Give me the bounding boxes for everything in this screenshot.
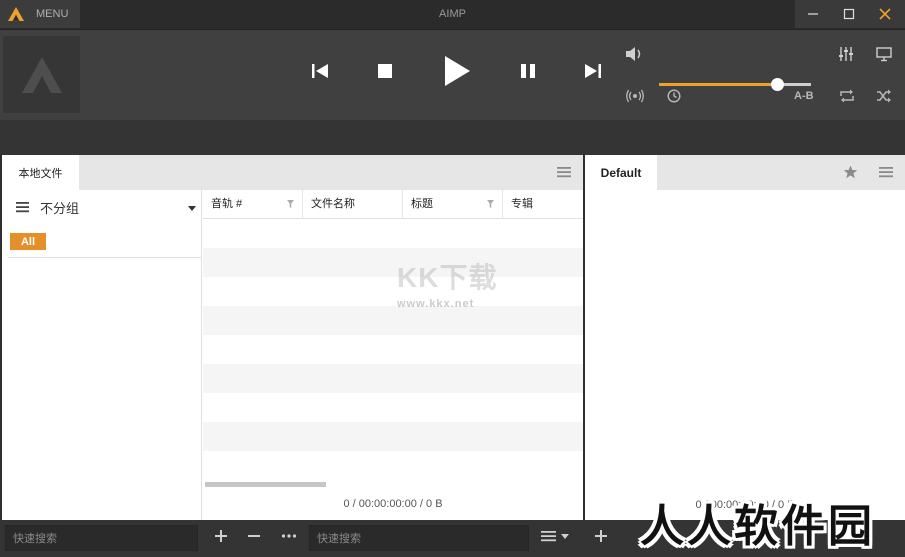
next-button[interactable]: [581, 59, 605, 83]
column-label: 音轨 #: [211, 198, 243, 210]
grouping-label: 不分组: [40, 200, 80, 216]
minimize-button[interactable]: [795, 0, 831, 28]
playlist-tab-bar: Default: [585, 155, 905, 190]
close-icon: [879, 8, 891, 20]
table-row: [203, 422, 583, 451]
volume-knob[interactable]: [770, 78, 784, 91]
track-table: 音轨 # 文件名称 标题 专辑 0 / 00:00:00:00 / 0 B: [203, 190, 583, 520]
maximize-button[interactable]: [831, 0, 867, 28]
plus-icon: [215, 530, 227, 542]
album-cover: [3, 36, 80, 113]
remove-button[interactable]: [247, 529, 261, 543]
column-album[interactable]: 专辑: [503, 190, 583, 219]
dropdown-arrow-icon[interactable]: [188, 206, 196, 211]
column-title[interactable]: 标题: [403, 190, 503, 219]
tab-local-files[interactable]: 本地文件: [2, 155, 79, 190]
aimp-logo-icon: [8, 7, 24, 21]
column-track-number[interactable]: 音轨 #: [203, 190, 303, 219]
column-file-name[interactable]: 文件名称: [303, 190, 403, 219]
library-tab-bar: 本地文件: [2, 155, 583, 190]
star-icon: [843, 165, 858, 179]
ab-repeat-button[interactable]: A-B: [794, 90, 814, 102]
playlist-panel: Default 0 / 00:00:00:00 / 0 B: [585, 155, 905, 520]
table-row: [203, 248, 583, 277]
watermark-kkx: KK下载 www.kkx.net: [397, 256, 497, 310]
speaker-icon: [626, 47, 641, 61]
playlist-search-input[interactable]: 快速搜索: [309, 525, 529, 551]
tab-default-playlist[interactable]: Default: [585, 155, 657, 190]
shuffle-icon: [877, 89, 891, 103]
filter-icon: [287, 200, 294, 208]
table-row: [203, 364, 583, 393]
shuffle-button[interactable]: [873, 86, 895, 106]
watermark-url: www.kkx.net: [397, 298, 475, 310]
all-filter-badge[interactable]: All: [10, 233, 46, 250]
hamburger-icon: [879, 167, 893, 178]
watermark-title: KK下载: [397, 262, 498, 293]
repeat-button[interactable]: [836, 86, 858, 106]
column-label: 标题: [411, 198, 433, 210]
watermark-corner: 人人软件园: [640, 502, 875, 551]
menu-button[interactable]: MENU: [0, 0, 80, 28]
visualization-button[interactable]: [873, 44, 895, 64]
play-button[interactable]: [440, 53, 474, 89]
table-header: 音轨 # 文件名称 标题 专辑: [203, 190, 583, 219]
filter-icon: [487, 200, 494, 208]
stop-icon: [378, 64, 392, 78]
group-panel: 不分组 All: [2, 190, 202, 520]
hamburger-icon: [557, 167, 571, 178]
previous-icon: [312, 64, 328, 78]
timer-button[interactable]: [663, 86, 685, 106]
column-label: 专辑: [511, 198, 533, 210]
aimp-cover-logo-icon: [21, 56, 62, 93]
list-dropdown-icon: [541, 531, 569, 542]
add-button[interactable]: [214, 529, 228, 543]
column-label: 文件名称: [311, 198, 355, 210]
volume-button[interactable]: [622, 44, 646, 64]
close-button[interactable]: [867, 0, 903, 28]
playlist-menu-button[interactable]: [879, 166, 893, 178]
minimize-icon: [808, 13, 818, 15]
radio-button[interactable]: [624, 86, 646, 106]
menu-label: MENU: [36, 8, 69, 20]
add-to-playlist-button[interactable]: [594, 529, 608, 543]
track-info-bar: [0, 120, 905, 155]
favorite-button[interactable]: [843, 165, 858, 179]
minus-icon: [248, 535, 260, 537]
horizontal-scrollbar[interactable]: [205, 482, 326, 487]
player-panel: A-B: [0, 30, 905, 120]
library-menu-button[interactable]: [557, 166, 571, 178]
previous-button[interactable]: [308, 59, 332, 83]
maximize-icon: [843, 8, 855, 20]
library-search-input[interactable]: 快速搜索: [5, 525, 198, 551]
library-status: 0 / 00:00:00:00 / 0 B: [343, 498, 443, 510]
sort-menu-button[interactable]: [541, 529, 569, 543]
list-icon: [16, 202, 29, 213]
clock-icon: [667, 89, 681, 103]
table-row: [203, 306, 583, 335]
title-bar: [0, 0, 905, 30]
plus-icon: [595, 530, 607, 542]
repeat-icon: [840, 89, 854, 103]
group-divider: [8, 257, 202, 258]
pause-button[interactable]: [516, 59, 540, 83]
play-icon: [445, 56, 470, 86]
window-controls: [795, 0, 905, 28]
monitor-icon: [876, 47, 892, 62]
equalizer-button[interactable]: [835, 44, 857, 64]
grouping-selector[interactable]: 不分组: [2, 190, 202, 224]
music-library-panel: 本地文件 不分组 All 音轨 # 文件名称 标题 专辑 0 / 00:00:0…: [2, 155, 583, 520]
more-button[interactable]: [281, 529, 297, 543]
broadcast-icon: [626, 89, 644, 103]
ellipsis-icon: [281, 534, 297, 538]
next-icon: [585, 64, 601, 78]
equalizer-icon: [839, 47, 853, 61]
stop-button[interactable]: [373, 59, 397, 83]
pause-icon: [521, 64, 535, 78]
